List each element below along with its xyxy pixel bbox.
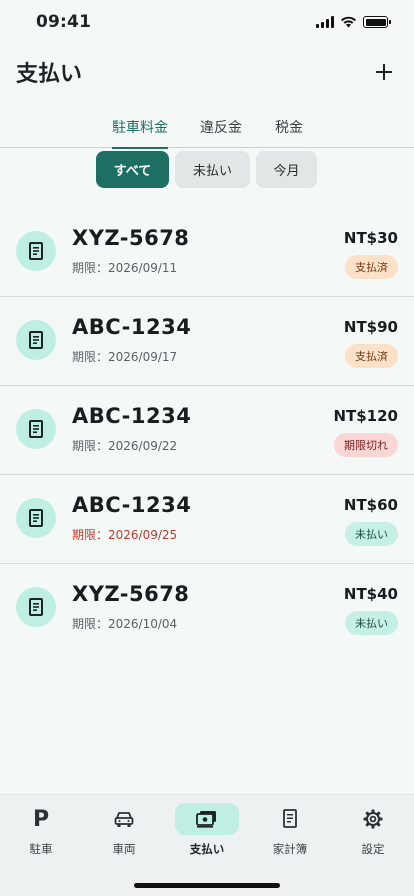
due-date: 期限：2026/09/11 xyxy=(72,261,178,275)
bottom-nav: P 駐車 車両 支払い 家計簿 設定 xyxy=(0,794,414,896)
nav-label: 車両 xyxy=(112,842,136,856)
receipt-icon xyxy=(16,587,56,627)
payment-row[interactable]: ABC-1234 期限：2026/09/22 NT$120 期限切れ xyxy=(0,386,414,475)
nav-label: 設定 xyxy=(361,842,385,856)
status-badge: 期限切れ xyxy=(334,433,398,457)
due-date: 期限：2026/10/04 xyxy=(72,617,178,631)
add-button[interactable] xyxy=(370,58,398,86)
plate-number: XYZ-5678 xyxy=(72,582,190,606)
plate-number: ABC-1234 xyxy=(72,493,192,517)
nav-label: 家計簿 xyxy=(272,842,308,856)
payment-row[interactable]: ABC-1234 期限：2026/09/17 NT$90 支払済 xyxy=(0,297,414,386)
nav-settings[interactable]: 設定 xyxy=(341,803,405,861)
nav-vehicles[interactable]: 車両 xyxy=(92,803,156,861)
payment-amount: NT$40 xyxy=(343,585,398,603)
status-badge: 未払い xyxy=(345,522,398,546)
payment-row[interactable]: XYZ-5678 期限：2026/09/11 NT$30 支払済 xyxy=(0,208,414,297)
plate-number: ABC-1234 xyxy=(72,404,192,428)
category-tabs: 駐車料金 違反金 税金 xyxy=(0,106,414,149)
header: 支払い xyxy=(16,54,398,90)
filter-chips: すべて 未払い 今月 xyxy=(96,151,317,188)
due-date: 期限：2026/09/25 xyxy=(72,528,178,542)
receipt-icon xyxy=(16,231,56,271)
payment-list: XYZ-5678 期限：2026/09/11 NT$30 支払済 ABC-123… xyxy=(0,208,414,653)
receipt-icon xyxy=(16,498,56,538)
status-badge: 支払済 xyxy=(345,255,398,279)
due-date: 期限：2026/09/17 xyxy=(72,350,178,364)
gear-icon xyxy=(341,803,405,835)
status-badge: 未払い xyxy=(345,611,398,635)
ledger-icon xyxy=(258,803,322,835)
nav-parking[interactable]: P 駐車 xyxy=(9,803,73,861)
plate-number: XYZ-5678 xyxy=(72,226,190,250)
tab-fines[interactable]: 違反金 xyxy=(200,106,242,148)
receipt-icon xyxy=(16,409,56,449)
car-icon xyxy=(92,803,156,835)
tab-tax[interactable]: 税金 xyxy=(275,106,303,148)
filter-this-month-chip[interactable]: 今月 xyxy=(256,151,317,188)
home-indicator xyxy=(134,883,280,888)
plate-number: ABC-1234 xyxy=(72,315,192,339)
parking-icon: P xyxy=(32,806,50,832)
tab-parking-fee[interactable]: 駐車料金 xyxy=(112,106,168,149)
nav-ledger[interactable]: 家計簿 xyxy=(258,803,322,861)
nav-label: 駐車 xyxy=(29,842,53,856)
filter-all-chip[interactable]: すべて xyxy=(96,151,169,188)
wifi-icon xyxy=(341,16,356,28)
payment-row[interactable]: ABC-1234 期限：2026/09/25 NT$60 未払い xyxy=(0,475,414,564)
nav-payments[interactable]: 支払い xyxy=(175,803,239,861)
payment-amount: NT$120 xyxy=(333,407,398,425)
receipt-icon xyxy=(16,320,56,360)
status-time: 09:41 xyxy=(36,12,92,32)
signal-icon xyxy=(316,16,334,28)
nav-label: 支払い xyxy=(189,842,225,856)
payment-amount: NT$30 xyxy=(343,229,398,247)
filter-unpaid-chip[interactable]: 未払い xyxy=(175,151,250,188)
payment-icon xyxy=(175,803,239,835)
payment-row[interactable]: XYZ-5678 期限：2026/10/04 NT$40 未払い xyxy=(0,564,414,653)
plus-icon xyxy=(376,64,392,80)
battery-icon xyxy=(363,16,391,28)
status-icons xyxy=(316,16,391,28)
status-bar: 09:41 xyxy=(0,0,414,44)
page-title: 支払い xyxy=(16,62,83,87)
payment-amount: NT$90 xyxy=(343,318,398,336)
payment-amount: NT$60 xyxy=(343,496,398,514)
status-badge: 支払済 xyxy=(345,344,398,368)
due-date: 期限：2026/09/22 xyxy=(72,439,178,453)
